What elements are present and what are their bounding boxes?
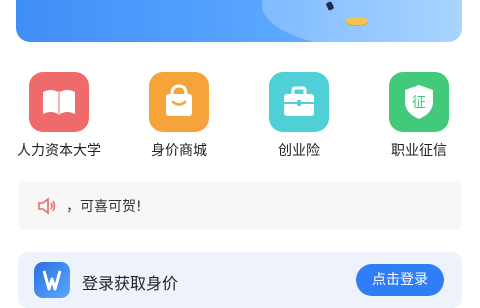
service-label: 创业险: [278, 143, 320, 159]
notice-bar[interactable]: ，可喜可贺!: [18, 182, 462, 230]
service-label: 人力资本大学: [17, 143, 101, 159]
speaker-icon: [38, 197, 56, 215]
service-mall[interactable]: 身价商城: [120, 72, 240, 162]
service-startup-insurance[interactable]: 创业险: [240, 72, 360, 162]
briefcase-icon: [269, 72, 329, 132]
service-grid: 人力资本大学 身价商城 创业险 征 职业征信: [0, 72, 480, 162]
svg-text:征: 征: [412, 95, 426, 111]
login-button[interactable]: 点击登录: [356, 264, 444, 296]
service-label: 身价商城: [151, 143, 207, 159]
coin-icon: [346, 17, 368, 25]
app-logo-icon: [34, 262, 70, 298]
notice-text: ，可喜可贺!: [66, 199, 142, 215]
service-label: 职业征信: [391, 143, 447, 159]
shield-icon: 征: [389, 72, 449, 132]
service-university[interactable]: 人力资本大学: [0, 72, 120, 162]
book-icon: [29, 72, 89, 132]
shopping-bag-icon: [149, 72, 209, 132]
promo-banner[interactable]: [16, 0, 462, 42]
service-credit[interactable]: 征 职业征信: [360, 72, 480, 162]
login-prompt: 登录获取身价: [82, 274, 179, 293]
